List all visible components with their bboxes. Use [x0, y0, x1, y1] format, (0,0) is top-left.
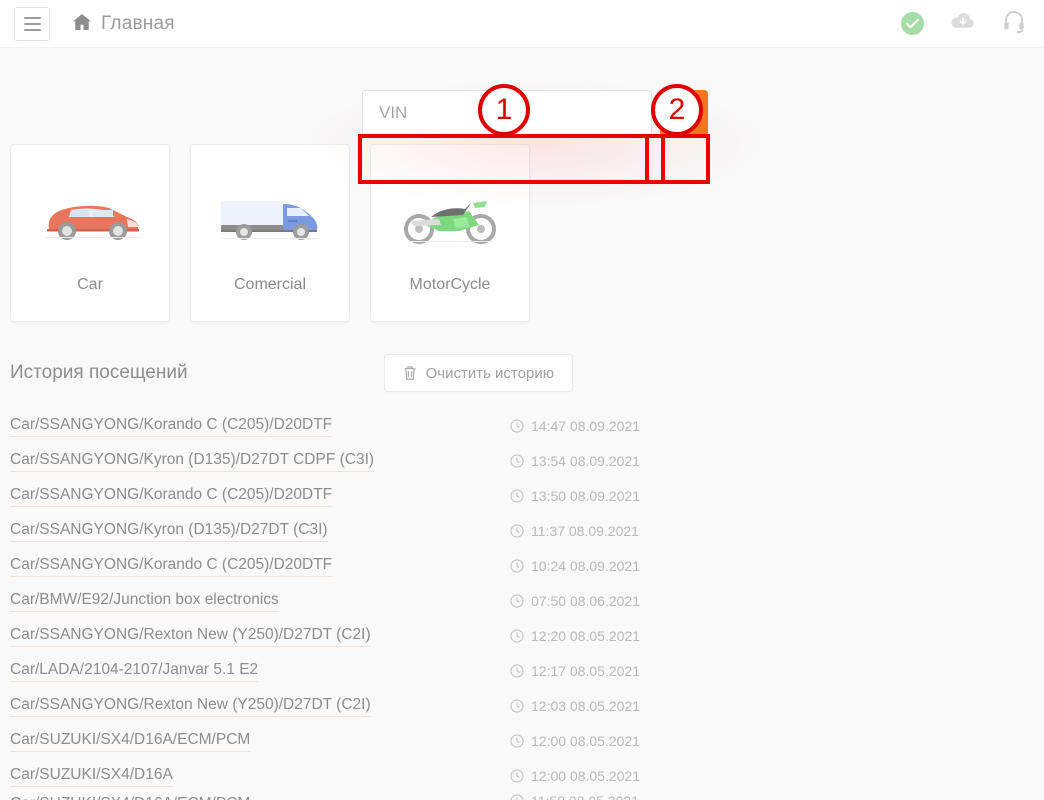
history-time: 11:37 08.09.2021 [510, 523, 1044, 539]
history-row[interactable]: Car/BMW/E92/Junction box electronics 07:… [10, 583, 1044, 618]
history-path: Car/SSANGYONG/Korando C (C205)/D20DTF [10, 554, 333, 577]
vehicle-card-label: MotorCycle [409, 276, 491, 293]
vehicle-card-motorcycle[interactable]: MotorCycle [370, 144, 530, 322]
history-path: Car/LADA/2104-2107/Janvar 5.1 E2 [10, 659, 259, 682]
history-row[interactable]: Car/SSANGYONG/Rexton New (Y250)/D27DT (C… [10, 688, 1044, 723]
history-time: 13:54 08.09.2021 [510, 453, 1044, 469]
clock-icon [510, 558, 524, 573]
history-time-label: 12:00 08.05.2021 [531, 767, 640, 784]
clock-icon [510, 593, 524, 608]
breadcrumb[interactable]: Главная [72, 13, 175, 35]
search-button[interactable] [660, 90, 708, 136]
history-time-label: 11:58 08.05.2021 [531, 793, 639, 800]
vehicle-card-car[interactable]: Car [10, 144, 170, 322]
history-time-label: 12:17 08.05.2021 [531, 662, 640, 679]
history-time-label: 13:54 08.09.2021 [531, 452, 640, 469]
vehicle-type-cards: Car Comercial MotorCycle [0, 144, 1044, 322]
clock-icon [510, 418, 524, 433]
history-path: Car/SSANGYONG/Korando C (C205)/D20DTF [10, 414, 333, 437]
cloud-download-icon[interactable] [950, 11, 976, 36]
history-path: Car/SUZUKI/SX4/D16A/ECM/PCM [10, 729, 251, 752]
history-row[interactable]: Car/SSANGYONG/Kyron (D135)/D27DT CDPF (C… [10, 443, 1044, 478]
history-row[interactable]: Car/SSANGYONG/Kyron (D135)/D27DT (C3I) 1… [10, 513, 1044, 548]
page-title: Главная [101, 12, 175, 34]
history-list: Car/SSANGYONG/Korando C (C205)/D20DTF 14… [0, 408, 1044, 800]
car-icon [35, 172, 145, 264]
history-time-label: 11:37 08.09.2021 [531, 522, 639, 539]
history-path: Car/SUZUKI/SX4/D16A/ECM/PCM [10, 793, 250, 800]
history-row[interactable]: Car/SUZUKI/SX4/D16A/ECM/PCM 12:00 08.05.… [10, 723, 1044, 758]
history-time: 12:20 08.05.2021 [510, 628, 1044, 644]
history-time-label: 14:47 08.09.2021 [531, 417, 640, 434]
search-bar [362, 90, 708, 136]
vehicle-card-comercial[interactable]: Comercial [190, 144, 350, 322]
vehicle-card-label: Car [77, 276, 103, 293]
search-icon [675, 104, 693, 122]
van-icon [215, 172, 325, 264]
clear-history-label: Очистить историю [425, 364, 554, 382]
motorcycle-icon [395, 172, 505, 264]
history-time: 12:00 08.05.2021 [510, 768, 1044, 784]
clock-icon [510, 733, 524, 748]
history-path: Car/SUZUKI/SX4/D16A [10, 764, 173, 787]
headset-icon[interactable] [1002, 9, 1026, 38]
history-row[interactable]: Car/SUZUKI/SX4/D16A 12:00 08.05.2021 [10, 758, 1044, 793]
history-path: Car/SSANGYONG/Rexton New (Y250)/D27DT (C… [10, 624, 371, 647]
history-time: 13:50 08.09.2021 [510, 488, 1044, 504]
clock-icon [510, 523, 524, 538]
history-time: 14:47 08.09.2021 [510, 418, 1044, 434]
clock-icon [510, 663, 524, 678]
history-time-label: 12:03 08.05.2021 [531, 697, 640, 714]
history-row[interactable]: Car/LADA/2104-2107/Janvar 5.1 E2 12:17 0… [10, 653, 1044, 688]
vehicle-card-label: Comercial [233, 276, 306, 293]
history-title: История посещений [10, 362, 188, 383]
history-header: История посещений Очистить историю [0, 354, 1044, 392]
home-icon [72, 13, 92, 35]
history-path: Car/SSANGYONG/Kyron (D135)/D27DT CDPF (C… [10, 449, 375, 472]
history-time: 10:24 08.09.2021 [510, 558, 1044, 574]
search-input[interactable] [362, 90, 652, 136]
history-time-label: 13:50 08.09.2021 [531, 487, 640, 504]
hamburger-icon[interactable] [14, 6, 50, 41]
history-time-label: 10:24 08.09.2021 [531, 557, 640, 574]
history-row[interactable]: Car/SSANGYONG/Korando C (C205)/D20DTF 14… [10, 408, 1044, 443]
clock-icon [510, 768, 524, 783]
history-path: Car/BMW/E92/Junction box electronics [10, 589, 279, 612]
clock-icon [510, 488, 524, 503]
trash-icon [403, 365, 417, 381]
topbar-actions [901, 9, 1026, 38]
history-time-label: 12:20 08.05.2021 [531, 627, 640, 644]
history-path: Car/SSANGYONG/Kyron (D135)/D27DT (C3I) [10, 519, 328, 542]
history-time: 12:17 08.05.2021 [510, 663, 1044, 679]
history-time-label: 07:50 08.06.2021 [531, 592, 640, 609]
history-time: 11:58 08.05.2021 [510, 793, 1044, 800]
clock-icon [510, 453, 524, 468]
history-row[interactable]: Car/SSANGYONG/Rexton New (Y250)/D27DT (C… [10, 618, 1044, 653]
history-row[interactable]: Car/SUZUKI/SX4/D16A/ECM/PCM 11:58 08.05.… [10, 793, 1044, 800]
history-time: 12:03 08.05.2021 [510, 698, 1044, 714]
check-circle-icon[interactable] [901, 12, 924, 35]
clock-icon [510, 698, 524, 713]
history-row[interactable]: Car/SSANGYONG/Korando C (C205)/D20DTF 13… [10, 478, 1044, 513]
clock-icon [510, 628, 524, 643]
clock-icon [510, 794, 524, 800]
history-path: Car/SSANGYONG/Rexton New (Y250)/D27DT (C… [10, 694, 371, 717]
history-path: Car/SSANGYONG/Korando C (C205)/D20DTF [10, 484, 333, 507]
history-time: 12:00 08.05.2021 [510, 733, 1044, 749]
history-time: 07:50 08.06.2021 [510, 593, 1044, 609]
top-bar: Главная [0, 0, 1044, 48]
history-time-label: 12:00 08.05.2021 [531, 732, 640, 749]
clear-history-button[interactable]: Очистить историю [383, 354, 573, 392]
history-row[interactable]: Car/SSANGYONG/Korando C (C205)/D20DTF 10… [10, 548, 1044, 583]
search-hero: 1 2 [0, 48, 1044, 208]
